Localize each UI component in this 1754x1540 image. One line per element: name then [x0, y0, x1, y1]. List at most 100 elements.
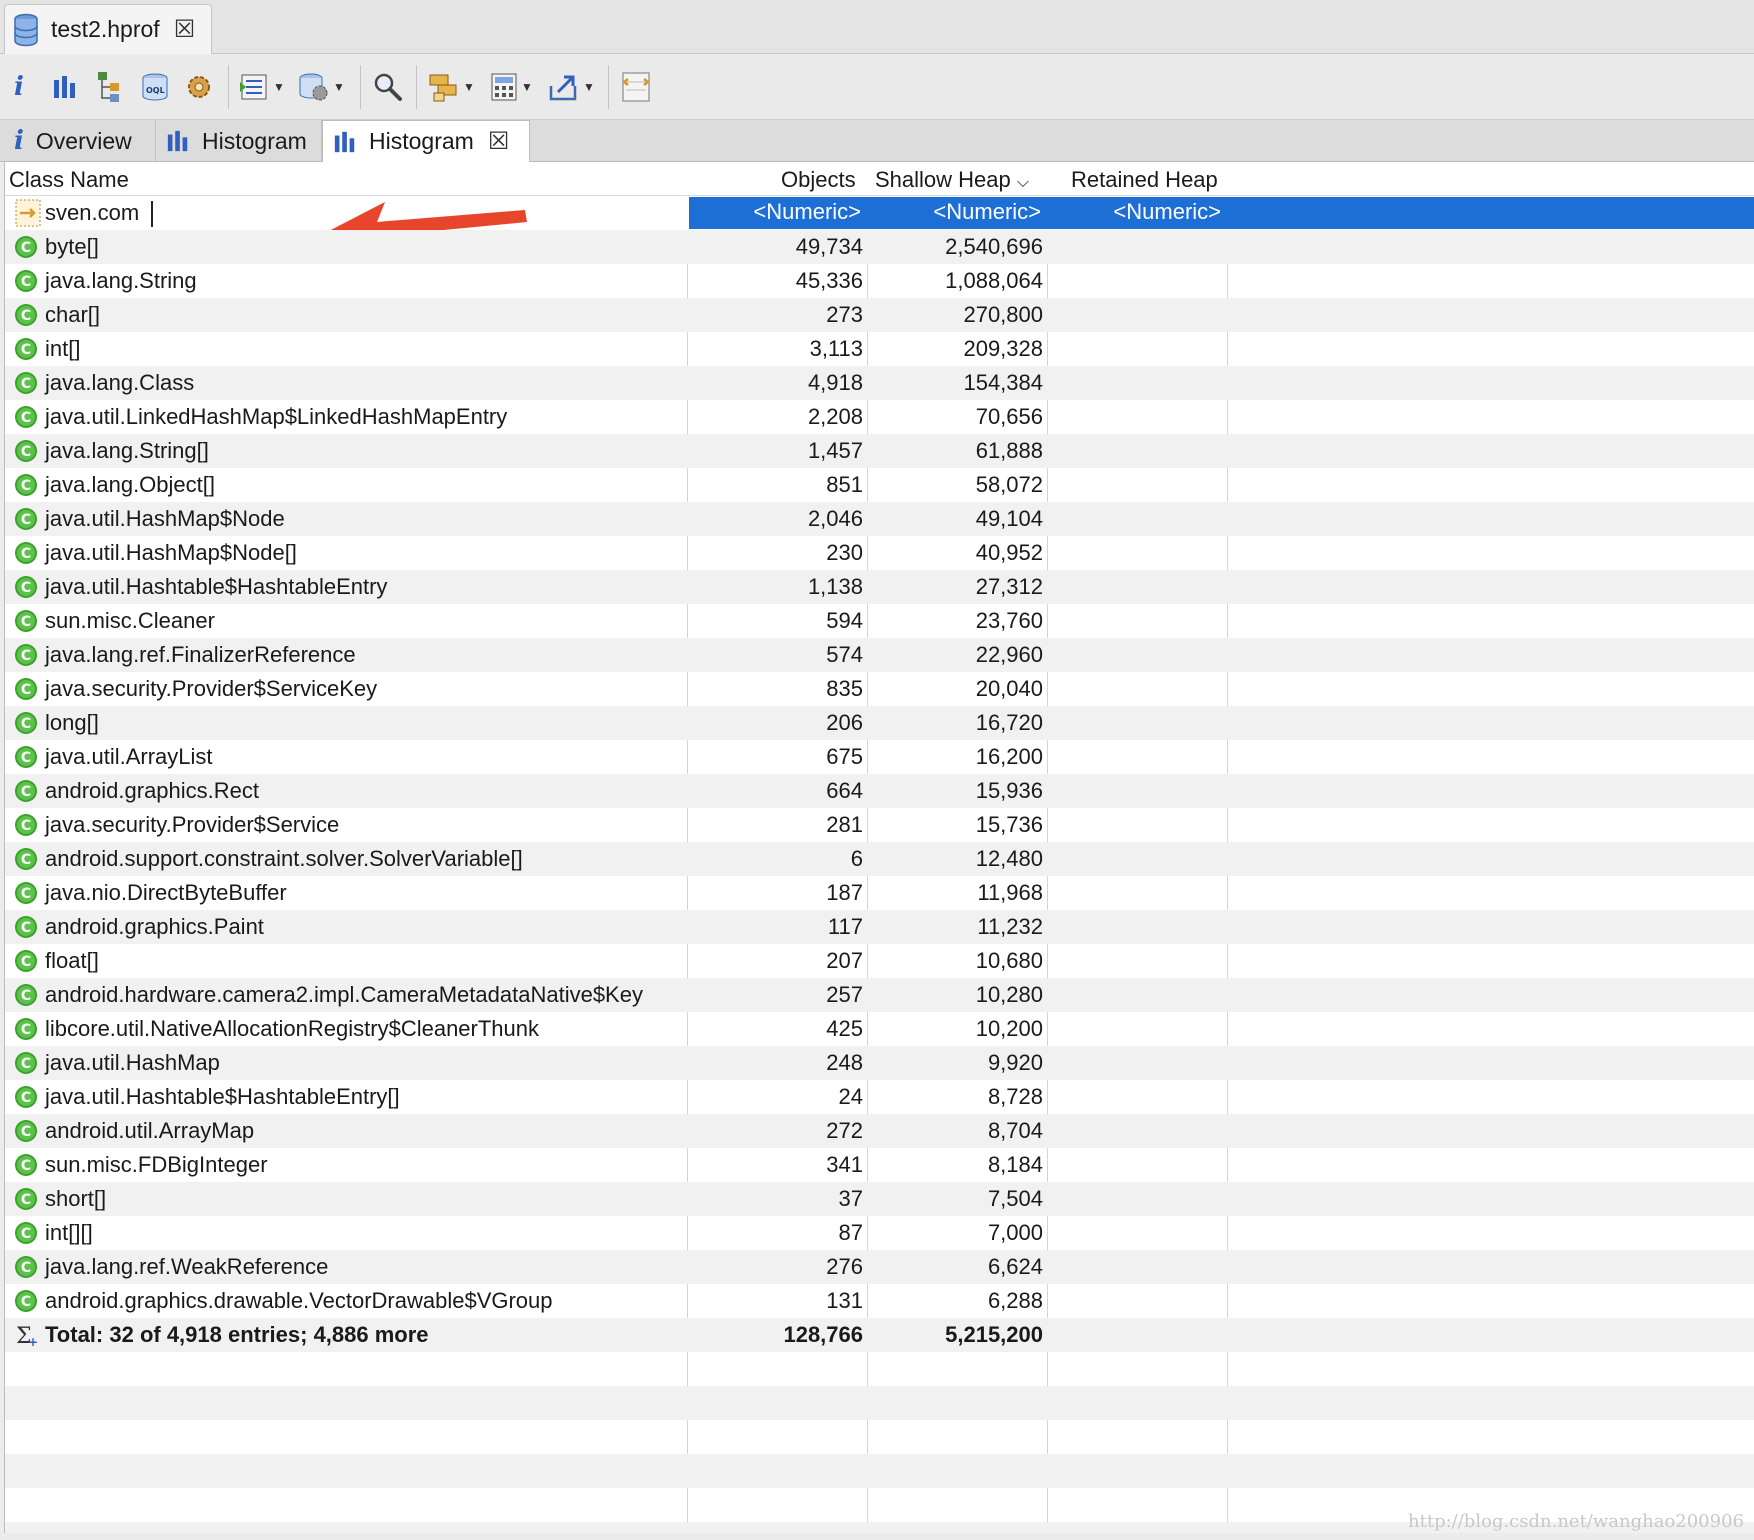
text-caret — [151, 201, 154, 228]
info-button[interactable]: i — [14, 67, 24, 107]
objects-cell: 248 — [826, 1050, 863, 1075]
objects-cell: 2,208 — [807, 404, 863, 429]
table-row[interactable]: Cjava.lang.String 45,336 1,088,064 — [5, 264, 1754, 298]
table-row[interactable]: Cjava.util.LinkedHashMap$LinkedHashMapEn… — [5, 400, 1754, 434]
table-row[interactable]: Cint[][] 87 7,000 — [5, 1216, 1754, 1250]
table-row[interactable]: Cjava.lang.ref.WeakReference 276 6,624 — [5, 1250, 1754, 1284]
table-row[interactable]: Candroid.graphics.Rect 664 15,936 — [5, 774, 1754, 808]
retained-heap-cell — [1047, 570, 1223, 604]
oql-icon: OQL — [142, 73, 168, 101]
query-browser-button[interactable]: ▼ — [238, 67, 285, 107]
svg-text:C: C — [21, 954, 31, 970]
dropdown-arrow-icon[interactable]: ▼ — [583, 80, 595, 94]
column-header-class-name[interactable]: Class Name — [9, 167, 129, 193]
svg-text:C: C — [21, 682, 31, 698]
table-row[interactable]: Candroid.graphics.Paint 117 11,232 — [5, 910, 1754, 944]
heap-dump-overview-button[interactable]: ▼ — [298, 67, 345, 107]
table-row[interactable]: Cint[] 3,113 209,328 — [5, 332, 1754, 366]
objects-filter-input[interactable]: <Numeric> — [689, 196, 865, 228]
column-header-shallow-heap-label: Shallow Heap — [875, 167, 1011, 192]
objects-cell: 425 — [826, 1016, 863, 1041]
export-button[interactable]: ▼ — [548, 67, 595, 107]
dropdown-arrow-icon[interactable]: ▼ — [463, 80, 475, 94]
total-label: Total: 32 of 4,918 entries; 4,886 more — [45, 1322, 429, 1347]
class-name-cell: android.util.ArrayMap — [45, 1118, 255, 1143]
close-icon[interactable]: ☒ — [174, 17, 196, 42]
retained-heap-filter-input[interactable]: <Numeric> — [1049, 196, 1225, 228]
column-header-shallow-heap[interactable]: Shallow Heap ⌵ — [875, 167, 1029, 193]
table-row[interactable]: Cjava.security.Provider$ServiceKey 835 20,… — [5, 672, 1754, 706]
table-row[interactable]: Candroid.graphics.drawable.VectorDrawabl… — [5, 1284, 1754, 1318]
table-row[interactable]: Cjava.security.Provider$Service 281 15,736 — [5, 808, 1754, 842]
retained-heap-cell — [1047, 1250, 1223, 1284]
retained-heap-cell — [1047, 434, 1223, 468]
table-row[interactable]: Cjava.lang.Class 4,918 154,384 — [5, 366, 1754, 400]
objects-cell: 4,918 — [807, 370, 863, 395]
calculate-button[interactable]: ▼ — [490, 67, 533, 107]
class-icon: C — [15, 1256, 37, 1278]
dropdown-arrow-icon[interactable]: ▼ — [333, 80, 345, 94]
table-row[interactable]: Cbyte[] 49,734 2,540,696 — [5, 230, 1754, 264]
oql-button[interactable]: OQL — [140, 67, 170, 107]
retained-heap-cell — [1047, 298, 1223, 332]
column-header-objects[interactable]: Objects — [781, 167, 856, 193]
objects-cell: 1,457 — [807, 438, 863, 463]
column-header-retained-heap[interactable]: Retained Heap — [1071, 167, 1218, 193]
table-row[interactable]: Clibcore.util.NativeAllocationRegistry$C… — [5, 1012, 1754, 1046]
table-row[interactable]: Cjava.util.HashMap$Node 2,046 49,104 — [5, 502, 1754, 536]
watermark: http://blog.csdn.net/wanghao200906 — [1408, 1511, 1744, 1532]
table-row[interactable]: Cjava.util.Hashtable$HashtableEntry[] 24 8… — [5, 1080, 1754, 1114]
close-icon[interactable]: ☒ — [488, 129, 510, 154]
table-row[interactable]: Clong[] 206 16,720 — [5, 706, 1754, 740]
svg-text:C: C — [21, 1022, 31, 1038]
table-row[interactable]: Cjava.lang.Object[] 851 58,072 — [5, 468, 1754, 502]
search-button[interactable] — [372, 67, 404, 107]
class-name-cell: java.nio.DirectByteBuffer — [45, 880, 287, 905]
svg-text:C: C — [21, 410, 31, 426]
table-row[interactable]: Cjava.util.ArrayList 675 16,200 — [5, 740, 1754, 774]
svg-text:+: + — [28, 1335, 38, 1347]
table-row[interactable]: Candroid.support.constraint.solver.Solve… — [5, 842, 1754, 876]
table-row[interactable]: Cjava.lang.ref.FinalizerReference 574 22,9… — [5, 638, 1754, 672]
objects-cell: 851 — [826, 472, 863, 497]
table-row[interactable]: Cjava.util.HashMap$Node[] 230 40,952 — [5, 536, 1754, 570]
class-name-cell: java.util.HashMap — [45, 1050, 220, 1075]
toolbar-separator — [228, 65, 229, 109]
retained-heap-cell — [1047, 502, 1223, 536]
histogram-button[interactable] — [52, 67, 78, 107]
editor-tab-test2-hprof[interactable]: test2.hprof ☒ — [4, 4, 212, 54]
tab-histogram[interactable]: Histogram — [156, 120, 322, 162]
table-row[interactable]: Cjava.nio.DirectByteBuffer 187 11,968 — [5, 876, 1754, 910]
filter-row: sven.com <Numeric> <Numeric> <Numeric> — [5, 196, 1754, 230]
class-icon: C — [15, 236, 37, 258]
class-name-cell: java.util.HashMap$Node[] — [45, 540, 297, 565]
class-icon: C — [15, 1154, 37, 1176]
total-row[interactable]: Σ + Total: 32 of 4,918 entries; 4,886 more… — [5, 1318, 1754, 1352]
table-row[interactable]: Candroid.util.ArrayMap 272 8,704 — [5, 1114, 1754, 1148]
table-row[interactable]: Cjava.util.HashMap 248 9,920 — [5, 1046, 1754, 1080]
table-row[interactable]: Csun.misc.FDBigInteger 341 8,184 — [5, 1148, 1754, 1182]
dropdown-arrow-icon[interactable]: ▼ — [521, 80, 533, 94]
table-row[interactable]: Cjava.lang.String[] 1,457 61,888 — [5, 434, 1754, 468]
table-row[interactable]: Cchar[] 273 270,800 — [5, 298, 1754, 332]
compare-button[interactable] — [620, 67, 652, 107]
total-objects: 128,766 — [783, 1322, 863, 1347]
svg-text:C: C — [21, 1124, 31, 1140]
shallow-heap-filter-input[interactable]: <Numeric> — [869, 196, 1045, 228]
dropdown-arrow-icon[interactable]: ▼ — [273, 80, 285, 94]
table-row[interactable]: Cfloat[] 207 10,680 — [5, 944, 1754, 978]
calculate-icon — [491, 73, 517, 101]
toolbar-separator — [416, 65, 417, 109]
view-tab-strip: i Overview Histogram Histogram ☒ — [0, 120, 1754, 163]
tab-histogram-active[interactable]: Histogram ☒ — [322, 120, 530, 163]
table-row[interactable]: Candroid.hardware.camera2.impl.CameraMet… — [5, 978, 1754, 1012]
search-icon — [374, 73, 402, 101]
tab-overview[interactable]: i Overview — [4, 120, 156, 162]
table-row[interactable]: Cjava.util.Hashtable$HashtableEntry 1,138… — [5, 570, 1754, 604]
group-button[interactable]: ▼ — [428, 67, 475, 107]
heap-dump-overview-icon — [299, 73, 328, 101]
dominator-tree-button[interactable] — [96, 67, 128, 107]
settings-button[interactable] — [184, 67, 214, 107]
table-row[interactable]: Csun.misc.Cleaner 594 23,760 — [5, 604, 1754, 638]
table-row[interactable]: Cshort[] 37 7,504 — [5, 1182, 1754, 1216]
